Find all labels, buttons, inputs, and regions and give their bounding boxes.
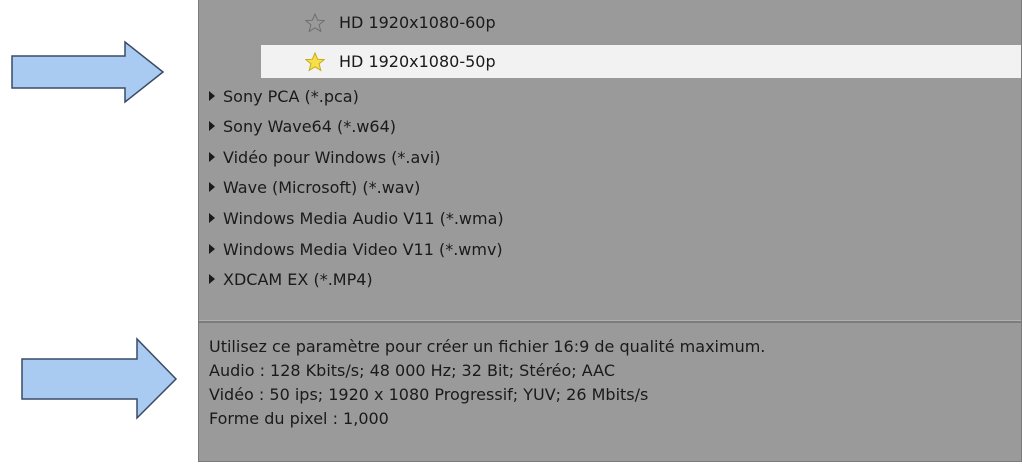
triangle-right-icon[interactable] xyxy=(209,213,215,223)
format-item[interactable]: Windows Media Video V11 (*.wmv) xyxy=(209,234,503,264)
format-label: Sony PCA (*.pca) xyxy=(223,86,359,106)
description-summary: Utilisez ce paramètre pour créer un fich… xyxy=(209,337,766,356)
screenshot-stage: HD 1920x1080-60p HD 1920x1080-50p Sony P… xyxy=(0,0,1022,466)
triangle-right-icon[interactable] xyxy=(209,121,215,131)
format-item[interactable]: Wave (Microsoft) (*.wav) xyxy=(209,172,420,202)
triangle-right-icon[interactable] xyxy=(209,182,215,192)
format-label: XDCAM EX (*.MP4) xyxy=(223,269,373,289)
triangle-right-icon[interactable] xyxy=(209,244,215,254)
format-tree: HD 1920x1080-60p HD 1920x1080-50p Sony P… xyxy=(199,0,1021,308)
description-pixel-aspect: Forme du pixel : 1,000 xyxy=(209,409,389,428)
triangle-right-icon[interactable] xyxy=(209,91,215,101)
format-label: Sony Wave64 (*.w64) xyxy=(223,116,397,136)
description-audio: Audio : 128 Kbits/s; 48 000 Hz; 32 Bit; … xyxy=(209,361,615,380)
format-label: Windows Media Audio V11 (*.wma) xyxy=(223,208,504,228)
format-label: Vidéo pour Windows (*.avi) xyxy=(223,147,441,167)
render-template-panel: HD 1920x1080-60p HD 1920x1080-50p Sony P… xyxy=(198,0,1022,462)
preset-label: HD 1920x1080-60p xyxy=(339,13,496,32)
triangle-right-icon[interactable] xyxy=(209,274,215,284)
format-item[interactable]: Sony Wave64 (*.w64) xyxy=(209,111,396,141)
preset-label: HD 1920x1080-50p xyxy=(339,52,496,71)
format-item[interactable]: Vidéo pour Windows (*.avi) xyxy=(209,142,440,172)
format-item[interactable]: XDCAM EX (*.MP4) xyxy=(209,264,373,294)
preset-item[interactable]: HD 1920x1080-60p xyxy=(261,6,1021,39)
template-description: Utilisez ce paramètre pour créer un fich… xyxy=(199,325,1021,462)
format-item[interactable]: Windows Media Audio V11 (*.wma) xyxy=(209,203,504,233)
description-video: Vidéo : 50 ips; 1920 x 1080 Progressif; … xyxy=(209,385,649,404)
star-outline-icon[interactable] xyxy=(305,12,325,33)
preset-item-selected[interactable]: HD 1920x1080-50p xyxy=(261,45,1021,78)
triangle-right-icon[interactable] xyxy=(209,152,215,162)
format-label: Wave (Microsoft) (*.wav) xyxy=(223,177,421,197)
panel-splitter[interactable] xyxy=(199,320,1021,323)
right-arrow-icon xyxy=(11,40,165,104)
format-label: Windows Media Video V11 (*.wmv) xyxy=(223,239,503,259)
format-item[interactable]: Sony PCA (*.pca) xyxy=(209,81,359,111)
right-arrow-icon xyxy=(21,337,178,420)
star-filled-icon[interactable] xyxy=(305,51,325,72)
